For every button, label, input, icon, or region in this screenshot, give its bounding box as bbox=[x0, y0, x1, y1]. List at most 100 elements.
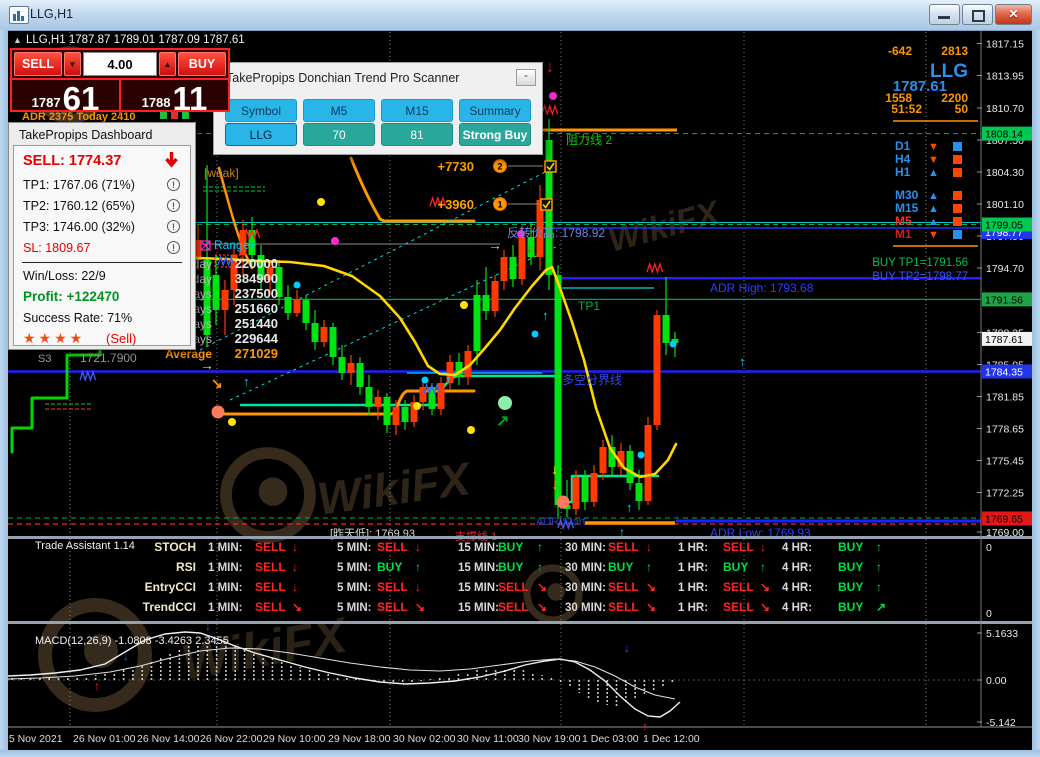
scanner-header-m5[interactable]: M5 bbox=[303, 99, 375, 122]
svg-text:↘: ↘ bbox=[415, 600, 425, 614]
svg-text:+3960: +3960 bbox=[437, 197, 474, 212]
donchian-scanner-panel: TakePropips Donchian Trend Pro Scanner -… bbox=[213, 62, 543, 155]
svg-text:↑: ↑ bbox=[876, 540, 882, 554]
tp1-row: TP1: 1767.06 (71%) bbox=[23, 178, 135, 192]
svg-text:BUY: BUY bbox=[838, 560, 863, 574]
svg-text:1775.45: 1775.45 bbox=[986, 456, 1024, 468]
minimize-button[interactable] bbox=[929, 4, 960, 25]
svg-text:↓: ↓ bbox=[292, 560, 298, 574]
svg-text:↑: ↑ bbox=[542, 308, 549, 323]
tp2-info-icon[interactable]: ! bbox=[167, 199, 180, 212]
ohlc-header: ▲ LLG,H1 1787.87 1789.01 1787.09 1787.61 bbox=[13, 34, 245, 46]
svg-text:↓: ↓ bbox=[292, 540, 298, 554]
svg-text:BUY: BUY bbox=[377, 560, 402, 574]
svg-text:↓: ↓ bbox=[546, 59, 554, 76]
candle-body bbox=[599, 447, 607, 473]
svg-text:1778.65: 1778.65 bbox=[986, 424, 1024, 436]
candle-body bbox=[329, 327, 337, 357]
svg-text:1769.65: 1769.65 bbox=[985, 514, 1023, 526]
candle-body bbox=[356, 363, 364, 387]
svg-text:TP1: TP1 bbox=[578, 299, 600, 313]
svg-text:26 Nov 01:00: 26 Nov 01:00 bbox=[73, 733, 136, 745]
title-bar[interactable]: LLG,H1 ✕ bbox=[0, 0, 1040, 31]
svg-text:1 MIN:: 1 MIN: bbox=[208, 602, 243, 614]
scanner-m15-value: 81 bbox=[381, 123, 453, 146]
volume-down-button[interactable]: ▼ bbox=[64, 52, 81, 76]
svg-text:26 Nov 14:00: 26 Nov 14:00 bbox=[137, 733, 200, 745]
svg-text:STOCH: STOCH bbox=[154, 540, 196, 554]
svg-text:D1: D1 bbox=[895, 139, 911, 153]
volume-up-button[interactable]: ▲ bbox=[159, 52, 176, 76]
macd-panel: ↓ ↓ ↑ ↓ ↑ MACD(12,26,9) -1.0808 -3.4263 2.345… bbox=[7, 619, 1018, 733]
scanner-header-m15[interactable]: M15 bbox=[381, 99, 453, 122]
svg-text:15 MIN:: 15 MIN: bbox=[458, 562, 499, 574]
candle-body bbox=[311, 323, 319, 342]
svg-text:▲: ▲ bbox=[928, 216, 939, 228]
close-button[interactable]: ✕ bbox=[995, 4, 1032, 25]
svg-text:▼: ▼ bbox=[928, 229, 939, 241]
svg-text:↓: ↓ bbox=[205, 619, 211, 633]
scanner-minimize-button[interactable]: - bbox=[516, 69, 536, 86]
svg-text:M15: M15 bbox=[895, 201, 919, 215]
sell-button[interactable]: SELL bbox=[14, 52, 62, 76]
svg-text:4 HR:: 4 HR: bbox=[782, 582, 812, 594]
timeframe-state-icon bbox=[953, 217, 962, 226]
dashboard-body: SELL: 1774.37 TP1: 1767.06 (71%) ! TP2: … bbox=[13, 145, 191, 346]
maximize-button[interactable] bbox=[962, 4, 993, 25]
svg-text:1784.35: 1784.35 bbox=[985, 367, 1023, 379]
scanner-header-summary[interactable]: Summary bbox=[459, 99, 531, 122]
svg-text:271029: 271029 bbox=[235, 346, 278, 361]
svg-text:M1: M1 bbox=[895, 227, 912, 241]
svg-text:15 MIN:: 15 MIN: bbox=[458, 542, 499, 554]
svg-text:51:52: 51:52 bbox=[891, 102, 922, 116]
tp1-info-icon[interactable]: ! bbox=[167, 178, 180, 191]
svg-text:↑: ↑ bbox=[739, 354, 746, 369]
svg-text:15 MIN:: 15 MIN: bbox=[458, 582, 499, 594]
buy-button[interactable]: BUY bbox=[178, 52, 226, 76]
svg-text:↘: ↘ bbox=[211, 375, 223, 391]
timeframe-state-icon bbox=[953, 168, 962, 177]
svg-text:↓: ↓ bbox=[760, 540, 766, 554]
svg-text:↑: ↑ bbox=[646, 560, 652, 574]
close-icon: ✕ bbox=[1008, 7, 1019, 21]
scanner-header-symbol[interactable]: Symbol bbox=[225, 99, 297, 122]
svg-text:0.00: 0.00 bbox=[986, 675, 1007, 687]
svg-text:BUY: BUY bbox=[498, 540, 523, 554]
svg-text:↘: ↘ bbox=[646, 600, 656, 614]
svg-text:SELL: SELL bbox=[608, 600, 639, 614]
svg-text:↘: ↘ bbox=[646, 580, 656, 594]
buy-price[interactable]: 1788 11 bbox=[121, 80, 228, 115]
svg-text:1 Dec 12:00: 1 Dec 12:00 bbox=[643, 733, 700, 745]
svg-text:BUY: BUY bbox=[838, 580, 863, 594]
volume-input[interactable] bbox=[83, 52, 157, 76]
candle-body bbox=[221, 290, 229, 310]
svg-text:S3: S3 bbox=[38, 353, 51, 365]
svg-text:5.1633: 5.1633 bbox=[986, 628, 1018, 640]
svg-text:1791.56: 1791.56 bbox=[985, 294, 1023, 306]
volume-up-icon: ▲ bbox=[163, 59, 172, 69]
svg-text:SELL: SELL bbox=[377, 580, 408, 594]
sell-price[interactable]: 1787 61 bbox=[12, 80, 119, 115]
svg-text:H1: H1 bbox=[895, 165, 911, 179]
tp3-info-icon[interactable]: ! bbox=[167, 220, 180, 233]
svg-text:ADR Start: ADR Start bbox=[536, 516, 586, 528]
scanner-symbol-cell[interactable]: LLG bbox=[225, 123, 297, 146]
svg-text:BUY TP2=1798.77: BUY TP2=1798.77 bbox=[872, 271, 968, 283]
candle-body bbox=[338, 357, 346, 373]
svg-text:1801.10: 1801.10 bbox=[986, 199, 1024, 211]
sl-info-icon[interactable]: ! bbox=[167, 241, 180, 254]
svg-text:1: 1 bbox=[497, 200, 502, 210]
svg-text:251440: 251440 bbox=[235, 316, 278, 331]
success-rate-row: Success Rate: 71% bbox=[23, 311, 133, 325]
rating-stars: ★★★★ bbox=[23, 330, 86, 346]
candle-body bbox=[473, 295, 481, 351]
svg-text:WikiFX: WikiFX bbox=[314, 452, 475, 525]
svg-text:30 Nov 19:00: 30 Nov 19:00 bbox=[518, 733, 581, 745]
svg-text:↑: ↑ bbox=[876, 560, 882, 574]
svg-text:220000: 220000 bbox=[235, 256, 278, 271]
svg-text:↑: ↑ bbox=[415, 560, 421, 574]
svg-text:LLG,H1 1787.87 1789.01 1787.0: LLG,H1 1787.87 1789.01 1787.09 1787.61 bbox=[26, 34, 245, 46]
svg-text:多空分界线: 多空分界线 bbox=[562, 373, 622, 387]
svg-text:SELL: SELL bbox=[255, 580, 286, 594]
candle-body bbox=[284, 297, 292, 313]
